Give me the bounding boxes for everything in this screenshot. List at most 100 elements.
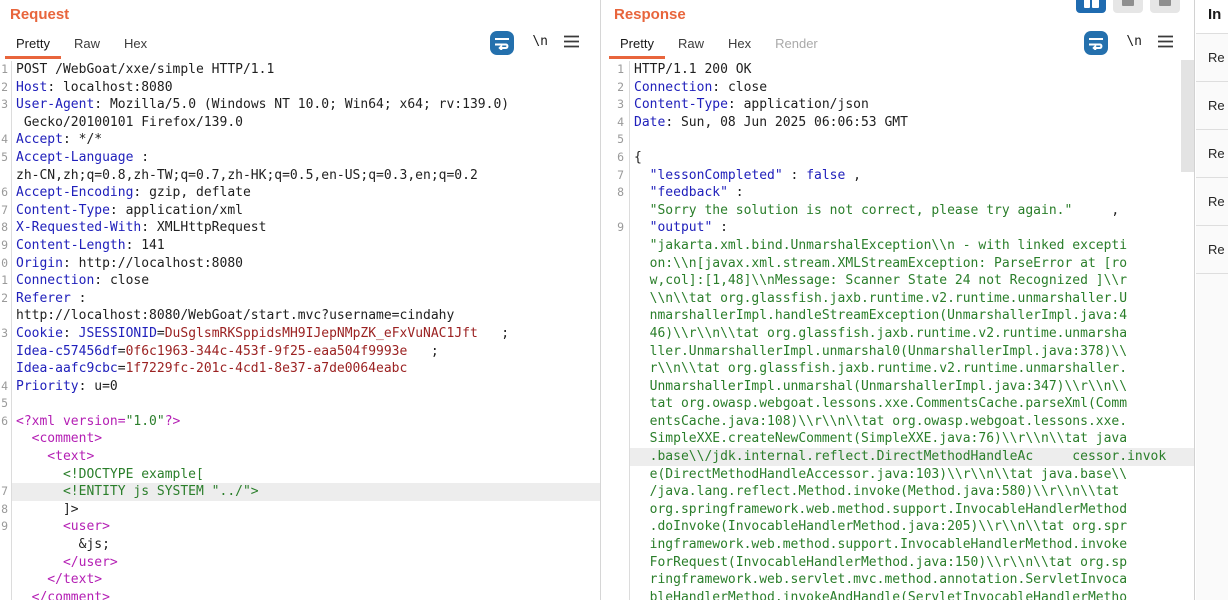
request-tab-raw[interactable]: Raw bbox=[63, 30, 111, 58]
layout-single-button[interactable] bbox=[1150, 0, 1180, 13]
code-line: 4Accept: */* bbox=[0, 131, 600, 149]
code-line: tat org.owasp.webgoat.lessons.xxe.Commen… bbox=[604, 395, 1194, 413]
response-tab-hex[interactable]: Hex bbox=[717, 30, 762, 58]
response-editor[interactable]: 1HTTP/1.1 200 OK2Connection: close3Conte… bbox=[604, 58, 1194, 600]
line-number bbox=[604, 536, 630, 554]
code-line: 2Connection: close bbox=[604, 79, 1194, 97]
line-number bbox=[604, 501, 630, 519]
line-number bbox=[604, 518, 630, 536]
code-line: org.springframework.web.method.support.I… bbox=[604, 501, 1194, 519]
line-number: 3 bbox=[604, 96, 630, 114]
inspector-section-4[interactable]: Re bbox=[1196, 226, 1228, 274]
line-number: 1 bbox=[0, 272, 12, 290]
line-number bbox=[604, 448, 630, 466]
line-number: 6 bbox=[0, 184, 12, 202]
hamburger-menu-icon[interactable] bbox=[1157, 35, 1174, 51]
panel-splitter[interactable] bbox=[600, 0, 601, 600]
soft-wrap-glyph bbox=[1088, 36, 1104, 50]
line-number: 8 bbox=[604, 184, 630, 202]
code-line: Idea-c57456df=0f6c1963-344c-453f-9f25-ea… bbox=[0, 343, 600, 361]
line-number bbox=[604, 202, 630, 220]
code-line: 9Content-Length: 141 bbox=[0, 237, 600, 255]
line-number bbox=[0, 114, 12, 132]
line-number: 8 bbox=[0, 219, 12, 237]
line-number bbox=[0, 589, 12, 600]
code-line: .doInvoke(InvocableHandlerMethod.java:20… bbox=[604, 518, 1194, 536]
request-tab-pretty[interactable]: Pretty bbox=[5, 30, 61, 58]
code-line: </user> bbox=[0, 554, 600, 572]
code-line: 5 bbox=[0, 395, 600, 413]
code-line: 1POST /WebGoat/xxe/simple HTTP/1.1 bbox=[0, 61, 600, 79]
inspector-section-2[interactable]: Re bbox=[1196, 130, 1228, 178]
hamburger-menu-icon[interactable] bbox=[563, 35, 580, 51]
request-editor[interactable]: 1POST /WebGoat/xxe/simple HTTP/1.12Host:… bbox=[0, 58, 600, 600]
code-line: 4Date: Sun, 08 Jun 2025 06:06:53 GMT bbox=[604, 114, 1194, 132]
code-line: 46)\\r\\n\\tat org.glassfish.jaxb.runtim… bbox=[604, 325, 1194, 343]
code-line: <text> bbox=[0, 448, 600, 466]
response-tab-render[interactable]: Render bbox=[764, 30, 829, 58]
line-number bbox=[0, 167, 12, 185]
code-line: 3Content-Type: application/json bbox=[604, 96, 1194, 114]
line-number bbox=[604, 307, 630, 325]
code-line: </comment> bbox=[0, 589, 600, 600]
line-number: 4 bbox=[604, 114, 630, 132]
vertical-scrollbar-thumb[interactable] bbox=[1181, 60, 1194, 172]
code-line: ForRequest(InvocableHandlerMethod.java:1… bbox=[604, 554, 1194, 572]
code-line: bleHandlerMethod.invokeAndHandle(Servlet… bbox=[604, 589, 1194, 600]
line-number bbox=[604, 360, 630, 378]
layout-stacked-button[interactable] bbox=[1113, 0, 1143, 13]
line-number bbox=[604, 466, 630, 484]
request-tab-hex[interactable]: Hex bbox=[113, 30, 158, 58]
newline-marker-icon[interactable]: \n bbox=[532, 34, 548, 49]
line-number: 2 bbox=[0, 290, 12, 308]
line-number bbox=[0, 571, 12, 589]
line-number: 7 bbox=[604, 167, 630, 185]
response-tab-pretty[interactable]: Pretty bbox=[609, 30, 665, 58]
response-panel: Response Pretty Raw Hex Render \n 1HTTP/… bbox=[604, 0, 1195, 600]
line-number: 1 bbox=[0, 61, 12, 79]
line-number bbox=[0, 307, 12, 325]
soft-wrap-icon[interactable] bbox=[490, 31, 514, 55]
line-number: 2 bbox=[604, 79, 630, 97]
code-line: r\\n\\tat org.glassfish.jaxb.runtime.v2.… bbox=[604, 360, 1194, 378]
code-line: http://localhost:8080/WebGoat/start.mvc?… bbox=[0, 307, 600, 325]
response-tab-raw[interactable]: Raw bbox=[667, 30, 715, 58]
line-number: 0 bbox=[0, 255, 12, 273]
code-line: ringframework.web.servlet.mvc.method.ann… bbox=[604, 571, 1194, 589]
request-tab-bar: Pretty Raw Hex \n bbox=[0, 30, 600, 58]
request-panel-title: Request bbox=[10, 6, 69, 23]
line-number: 4 bbox=[0, 378, 12, 396]
code-line: 6{ bbox=[604, 149, 1194, 167]
inspector-section-3[interactable]: Re bbox=[1196, 178, 1228, 226]
code-line: 1HTTP/1.1 200 OK bbox=[604, 61, 1194, 79]
code-line: zh-CN,zh;q=0.8,zh-TW;q=0.7,zh-HK;q=0.5,e… bbox=[0, 167, 600, 185]
code-line: <!DOCTYPE example[ bbox=[0, 466, 600, 484]
line-number bbox=[604, 589, 630, 600]
stacked-layout-icon bbox=[1122, 0, 1134, 6]
code-line: 9 "output" : bbox=[604, 219, 1194, 237]
code-line: 8 ]> bbox=[0, 501, 600, 519]
code-line: 8 "feedback" : bbox=[604, 184, 1194, 202]
code-line: 1Connection: close bbox=[0, 272, 600, 290]
code-line: ller.UnmarshallerImpl.unmarshal0(Unmarsh… bbox=[604, 343, 1194, 361]
code-line: &js; bbox=[0, 536, 600, 554]
soft-wrap-icon[interactable] bbox=[1084, 31, 1108, 55]
inspector-section-0[interactable]: Re bbox=[1196, 34, 1228, 82]
code-line: 3User-Agent: Mozilla/5.0 (Windows NT 10.… bbox=[0, 96, 600, 114]
code-line: 2Referer : bbox=[0, 290, 600, 308]
line-number bbox=[604, 413, 630, 431]
newline-marker-icon[interactable]: \n bbox=[1126, 34, 1142, 49]
code-line: <comment> bbox=[0, 430, 600, 448]
line-number bbox=[0, 554, 12, 572]
code-line: 7 <!ENTITY js SYSTEM "../"> bbox=[0, 483, 600, 501]
columns-layout-icon bbox=[1084, 0, 1099, 8]
inspector-section-1[interactable]: Re bbox=[1196, 82, 1228, 130]
code-line: \\n\\tat org.glassfish.jaxb.runtime.v2.r… bbox=[604, 290, 1194, 308]
line-number: 8 bbox=[0, 501, 12, 519]
editor-layout-switcher bbox=[1076, 0, 1180, 13]
line-number bbox=[0, 343, 12, 361]
line-number bbox=[604, 290, 630, 308]
code-line: ingframework.web.method.support.Invocabl… bbox=[604, 536, 1194, 554]
layout-side-by-side-button[interactable] bbox=[1076, 0, 1106, 13]
line-number: 5 bbox=[0, 395, 12, 413]
